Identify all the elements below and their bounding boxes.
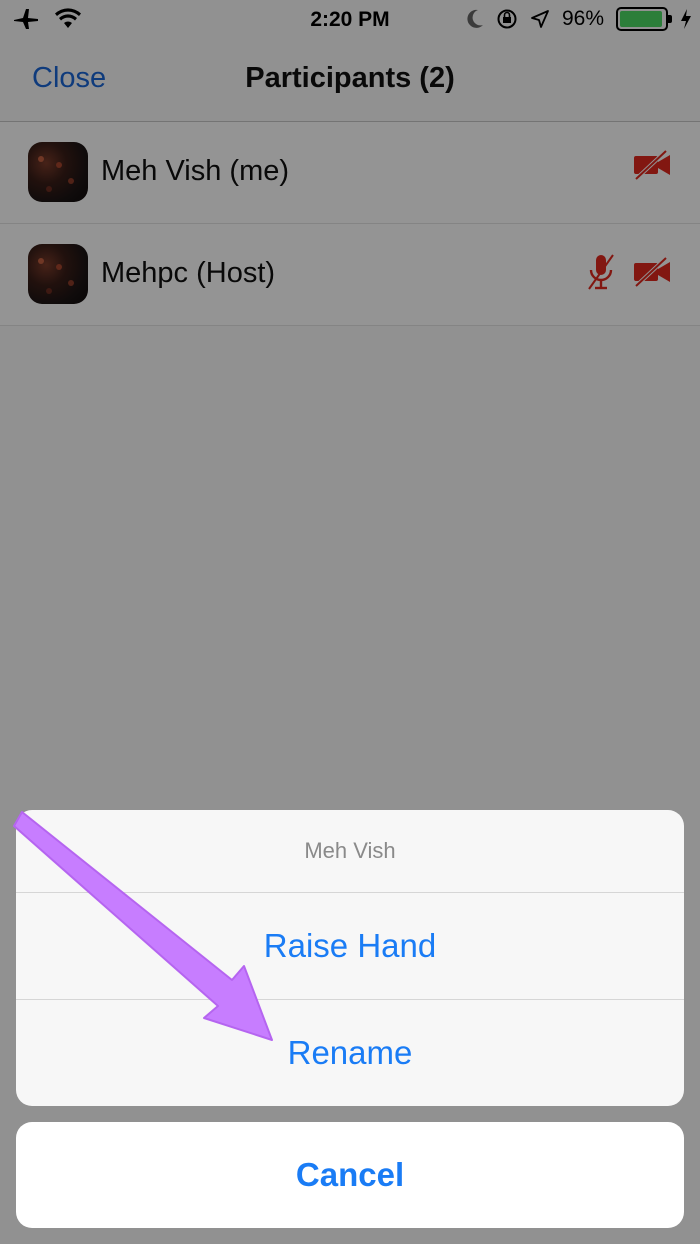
cancel-button[interactable]: Cancel bbox=[16, 1122, 684, 1228]
action-sheet-title: Meh Vish bbox=[16, 810, 684, 893]
rename-button[interactable]: Rename bbox=[16, 999, 684, 1105]
raise-hand-button[interactable]: Raise Hand bbox=[16, 893, 684, 999]
action-sheet: Meh Vish Raise Hand Rename bbox=[16, 810, 684, 1106]
